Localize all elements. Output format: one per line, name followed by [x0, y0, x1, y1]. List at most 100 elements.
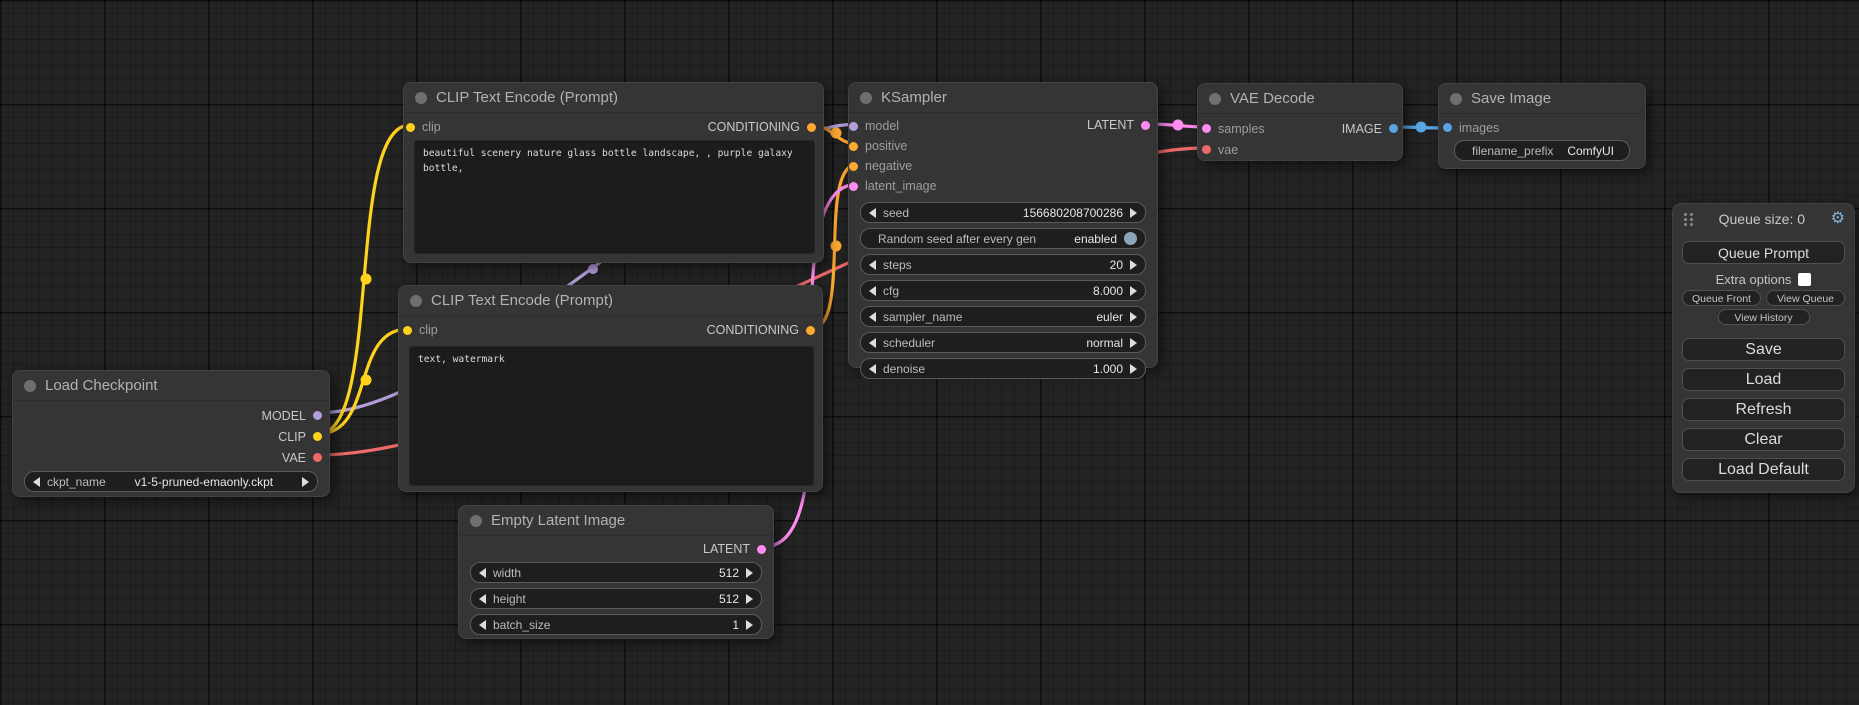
widget-label: scheduler	[883, 336, 935, 350]
node-title-bar[interactable]: VAE Decode	[1198, 84, 1402, 114]
widget-label: height	[493, 592, 526, 606]
increment-arrow-icon[interactable]	[1130, 364, 1137, 374]
collapse-dot-icon[interactable]	[24, 380, 36, 392]
conditioning-port-dot[interactable]	[849, 142, 858, 151]
vae-port-dot[interactable]	[313, 453, 322, 462]
conditioning-port-dot[interactable]	[806, 326, 815, 335]
prompt-textarea[interactable]: text, watermark	[409, 346, 814, 486]
ckpt-name-widget[interactable]: ckpt_name v1-5-pruned-emaonly.ckpt	[24, 471, 318, 492]
view-queue-button[interactable]: View Queue	[1766, 290, 1845, 306]
node-ksampler[interactable]: KSampler model positive negative latent_…	[848, 82, 1158, 368]
node-clip-text-encode-negative[interactable]: CLIP Text Encode (Prompt) clip CONDITION…	[398, 285, 823, 492]
node-empty-latent-image[interactable]: Empty Latent Image LATENT width 512 heig…	[458, 505, 774, 639]
increment-arrow-icon[interactable]	[746, 620, 753, 630]
output-port-latent[interactable]: LATENT	[1087, 115, 1157, 135]
load-button[interactable]: Load	[1682, 368, 1845, 391]
width-widget[interactable]: width 512	[470, 562, 762, 583]
height-widget[interactable]: height 512	[470, 588, 762, 609]
decrement-arrow-icon[interactable]	[869, 364, 876, 374]
decrement-arrow-icon[interactable]	[869, 286, 876, 296]
settings-gear-icon[interactable]: ⚙	[1831, 211, 1845, 227]
decrement-arrow-icon[interactable]	[479, 568, 486, 578]
output-port-clip[interactable]: CLIP	[13, 426, 329, 447]
decrement-arrow-icon[interactable]	[869, 260, 876, 270]
steps-widget[interactable]: steps 20	[860, 254, 1146, 275]
decrement-arrow-icon[interactable]	[869, 338, 876, 348]
node-title-bar[interactable]: CLIP Text Encode (Prompt)	[404, 83, 823, 113]
input-port-samples[interactable]: samples IMAGE	[1198, 118, 1402, 139]
random-seed-toggle-widget[interactable]: Random seed after every gen enabled	[860, 228, 1146, 249]
load-default-button[interactable]: Load Default	[1682, 458, 1845, 481]
collapse-dot-icon[interactable]	[415, 92, 427, 104]
decrement-arrow-icon[interactable]	[479, 620, 486, 630]
sampler-name-widget[interactable]: sampler_name euler	[860, 306, 1146, 327]
increment-arrow-icon[interactable]	[746, 594, 753, 604]
filename-prefix-widget[interactable]: filename_prefix ComfyUI	[1454, 140, 1630, 161]
node-clip-text-encode-positive[interactable]: CLIP Text Encode (Prompt) clip CONDITION…	[403, 82, 824, 263]
node-graph-canvas[interactable]: Load Checkpoint MODEL CLIP VAE ckpt_name…	[0, 0, 1859, 705]
input-port-vae[interactable]: vae	[1198, 139, 1402, 160]
clip-port-dot[interactable]	[313, 432, 322, 441]
decrement-arrow-icon[interactable]	[479, 594, 486, 604]
decrement-arrow-icon[interactable]	[869, 312, 876, 322]
increment-arrow-icon[interactable]	[302, 477, 309, 487]
scheduler-widget[interactable]: scheduler normal	[860, 332, 1146, 353]
extra-options-checkbox[interactable]	[1798, 273, 1811, 286]
node-title-bar[interactable]: KSampler	[849, 83, 1157, 113]
queue-front-button[interactable]: Queue Front	[1682, 290, 1761, 306]
denoise-widget[interactable]: denoise 1.000	[860, 358, 1146, 379]
node-load-checkpoint[interactable]: Load Checkpoint MODEL CLIP VAE ckpt_name…	[12, 370, 330, 497]
refresh-button[interactable]: Refresh	[1682, 398, 1845, 421]
latent-port-dot[interactable]	[1202, 124, 1211, 133]
clip-port-dot[interactable]	[406, 123, 415, 132]
latent-port-dot[interactable]	[849, 182, 858, 191]
clear-button[interactable]: Clear	[1682, 428, 1845, 451]
output-port-model[interactable]: MODEL	[13, 405, 329, 426]
increment-arrow-icon[interactable]	[1130, 208, 1137, 218]
increment-arrow-icon[interactable]	[1130, 338, 1137, 348]
cfg-widget[interactable]: cfg 8.000	[860, 280, 1146, 301]
clip-port-dot[interactable]	[403, 326, 412, 335]
node-title-bar[interactable]: CLIP Text Encode (Prompt)	[399, 286, 822, 316]
decrement-arrow-icon[interactable]	[33, 477, 40, 487]
increment-arrow-icon[interactable]	[1130, 286, 1137, 296]
image-port-dot[interactable]	[1443, 123, 1452, 132]
node-vae-decode[interactable]: VAE Decode samples IMAGE vae	[1197, 83, 1403, 161]
input-port-images[interactable]: images	[1439, 117, 1645, 138]
latent-port-dot[interactable]	[757, 545, 766, 554]
latent-port-dot[interactable]	[1141, 121, 1150, 130]
node-title-bar[interactable]: Empty Latent Image	[459, 506, 773, 536]
node-title-bar[interactable]: Load Checkpoint	[13, 371, 329, 401]
queue-prompt-button[interactable]: Queue Prompt	[1682, 241, 1845, 264]
output-port-vae[interactable]: VAE	[13, 447, 329, 468]
input-port-latent-image[interactable]: latent_image	[849, 176, 1157, 196]
collapse-dot-icon[interactable]	[470, 515, 482, 527]
node-title-bar[interactable]: Save Image	[1439, 84, 1645, 114]
conditioning-port-dot[interactable]	[849, 162, 858, 171]
batch-size-widget[interactable]: batch_size 1	[470, 614, 762, 635]
model-port-dot[interactable]	[313, 411, 322, 420]
collapse-dot-icon[interactable]	[860, 92, 872, 104]
image-port-dot[interactable]	[1389, 124, 1398, 133]
input-port-negative[interactable]: negative	[849, 156, 1157, 176]
collapse-dot-icon[interactable]	[1209, 93, 1221, 105]
input-port-positive[interactable]: positive	[849, 136, 1157, 156]
prompt-textarea[interactable]: beautiful scenery nature glass bottle la…	[414, 140, 815, 254]
port-label: LATENT	[1087, 118, 1134, 132]
increment-arrow-icon[interactable]	[1130, 312, 1137, 322]
toggle-knob[interactable]	[1124, 232, 1137, 245]
decrement-arrow-icon[interactable]	[869, 208, 876, 218]
view-history-button[interactable]: View History	[1718, 309, 1810, 325]
collapse-dot-icon[interactable]	[410, 295, 422, 307]
vae-port-dot[interactable]	[1202, 145, 1211, 154]
increment-arrow-icon[interactable]	[746, 568, 753, 578]
collapse-dot-icon[interactable]	[1450, 93, 1462, 105]
output-port-latent[interactable]: LATENT	[459, 538, 773, 560]
conditioning-port-dot[interactable]	[807, 123, 816, 132]
drag-handle-icon[interactable]	[1684, 213, 1687, 216]
increment-arrow-icon[interactable]	[1130, 260, 1137, 270]
model-port-dot[interactable]	[849, 122, 858, 131]
save-button[interactable]: Save	[1682, 338, 1845, 361]
seed-widget[interactable]: seed 156680208700286	[860, 202, 1146, 223]
node-save-image[interactable]: Save Image images filename_prefix ComfyU…	[1438, 83, 1646, 169]
